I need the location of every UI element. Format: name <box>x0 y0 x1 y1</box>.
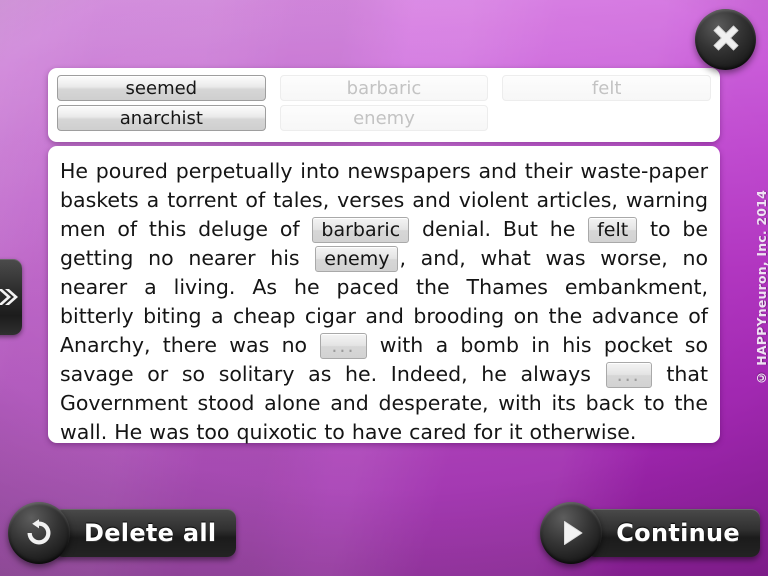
passage-filled-word-felt[interactable]: felt <box>588 217 638 243</box>
passage-blank-slot[interactable]: ... <box>320 333 367 359</box>
delete-all-pill[interactable]: Delete all <box>54 509 237 557</box>
continue-button[interactable]: Continue <box>540 502 760 564</box>
passage-segment: denial. But he <box>410 217 588 241</box>
double-chevron-right-icon <box>0 285 18 309</box>
copyright-notice: © HAPPYneuron, Inc. 2014 <box>754 190 768 386</box>
play-triangle-icon <box>540 502 603 564</box>
close-icon <box>706 18 746 62</box>
word-bank-item-felt: felt <box>502 75 711 101</box>
passage-filled-word-enemy[interactable]: enemy <box>315 246 399 272</box>
word-bank-item-seemed[interactable]: seemed <box>57 75 266 101</box>
word-bank-item-barbaric: barbaric <box>279 75 489 101</box>
continue-pill[interactable]: Continue <box>586 509 760 557</box>
undo-circular-arrow-icon <box>8 502 70 564</box>
word-bank-grid: seemed barbaric felt anarchist enemy <box>57 75 711 131</box>
delete-all-label: Delete all <box>84 519 217 547</box>
word-bank-panel: seemed barbaric felt anarchist enemy <box>48 68 720 142</box>
passage-blank-slot[interactable]: ... <box>605 362 652 388</box>
passage-filled-word-barbaric[interactable]: barbaric <box>312 217 410 243</box>
passage-text: He poured perpetually into newspapers an… <box>60 157 708 447</box>
passage-panel: He poured perpetually into newspapers an… <box>48 146 720 444</box>
word-bank-slot-empty <box>502 105 711 131</box>
word-bank-item-enemy: enemy <box>279 105 489 131</box>
continue-label: Continue <box>616 519 740 547</box>
sidebar-expand-tab[interactable] <box>0 259 22 335</box>
close-button[interactable] <box>695 9 756 70</box>
delete-all-button[interactable]: Delete all <box>8 502 237 564</box>
word-bank-item-anarchist[interactable]: anarchist <box>57 105 266 131</box>
